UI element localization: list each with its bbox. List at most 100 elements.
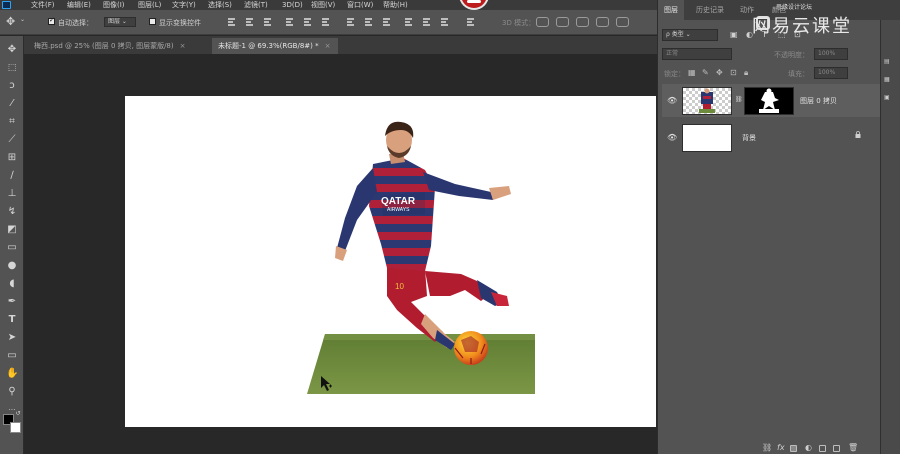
rotate-3d-icon[interactable]: [536, 17, 549, 27]
align-bottom-icon[interactable]: [263, 17, 272, 27]
link-layers-icon[interactable]: ⛓︎: [762, 443, 772, 452]
layer-mask-thumbnail[interactable]: [744, 87, 794, 115]
tools-panel: ✥ ⬚ ↄ ⁄ ⌗ ⟋ ⊞ ∕ ⊥ ↯ ◩ ▭ ● ◖ ✒ T ➤ ▭ ✋ ⚲ …: [0, 36, 24, 454]
align-left-icon[interactable]: [285, 17, 294, 27]
menu-help[interactable]: 帮助(H): [383, 0, 408, 10]
collapsed-panels-strip: ▤ ▦ ▣: [880, 20, 900, 454]
menu-filter[interactable]: 滤镜(T): [244, 0, 268, 10]
panel-icon-2[interactable]: ▦: [884, 76, 896, 83]
distribute-right-icon[interactable]: [440, 17, 449, 27]
lock-icon: [855, 131, 861, 138]
blend-mode-dropdown[interactable]: 正常: [662, 48, 732, 60]
distribute-hcenter-icon[interactable]: [422, 17, 431, 27]
tab-history[interactable]: 历史记录: [690, 0, 730, 20]
new-group-icon[interactable]: [819, 445, 826, 452]
drag-3d-icon[interactable]: [576, 17, 589, 27]
menu-edit[interactable]: 编辑(E): [67, 0, 91, 10]
layer-row-background[interactable]: 👁︎ 背景: [662, 121, 880, 154]
tab-layers[interactable]: 图层: [658, 0, 684, 20]
menu-3d[interactable]: 3D(D): [282, 0, 303, 10]
lock-transparent-icon[interactable]: ▦: [688, 68, 696, 77]
menu-layer[interactable]: 图层(L): [138, 0, 161, 10]
fill-field[interactable]: 100%: [814, 67, 848, 79]
layer-filter-dropdown[interactable]: ρ 类型 ⌄: [662, 29, 718, 41]
align-top-icon[interactable]: [227, 17, 236, 27]
move-tool-icon[interactable]: ✥: [6, 44, 18, 56]
menu-image[interactable]: 图像(I): [103, 0, 125, 10]
gradient-tool-icon[interactable]: ▭: [6, 242, 18, 254]
auto-select-checkbox[interactable]: [48, 16, 55, 25]
move-tool-icon[interactable]: ✥: [6, 15, 15, 28]
new-layer-icon[interactable]: [833, 445, 840, 452]
lock-all-icon[interactable]: 🔒︎: [744, 68, 748, 78]
zoom-tool-icon[interactable]: ⚲: [6, 386, 18, 398]
layer-row-copy[interactable]: 👁︎ ⛓︎ 图层 0 拷贝: [662, 84, 880, 117]
layer-thumbnail[interactable]: [682, 124, 732, 152]
auto-select-target-dropdown[interactable]: 图层 ⌄: [104, 17, 136, 27]
quick-select-tool-icon[interactable]: ⁄: [6, 98, 18, 110]
align-right-icon[interactable]: [321, 17, 330, 27]
pen-tool-icon[interactable]: ✒: [6, 296, 18, 308]
scale-3d-icon[interactable]: [616, 17, 629, 27]
delete-layer-icon[interactable]: 🗑︎: [848, 443, 858, 452]
brush-tool-icon[interactable]: ∕: [6, 170, 18, 182]
eraser-tool-icon[interactable]: ◩: [6, 224, 18, 236]
eyedropper-tool-icon[interactable]: ⟋: [6, 134, 18, 146]
opacity-field[interactable]: 100%: [814, 48, 848, 60]
type-tool-icon[interactable]: T: [6, 314, 18, 326]
close-icon[interactable]: ×: [325, 42, 331, 50]
menu-window[interactable]: 窗口(W): [347, 0, 373, 10]
lock-artboard-icon[interactable]: ⊡: [730, 68, 737, 77]
distribute-top-icon[interactable]: [346, 17, 355, 27]
document-canvas[interactable]: QATAR AIRWAYS 10: [125, 96, 656, 427]
menu-file[interactable]: 文件(F): [31, 0, 55, 10]
lasso-tool-icon[interactable]: ↄ: [6, 80, 18, 92]
path-select-tool-icon[interactable]: ➤: [6, 332, 18, 344]
eye-icon[interactable]: 👁︎: [667, 133, 677, 142]
align-vcenter-icon[interactable]: [245, 17, 254, 27]
healing-brush-tool-icon[interactable]: ⊞: [6, 152, 18, 164]
dodge-tool-icon[interactable]: ◖: [6, 278, 18, 290]
marquee-tool-icon[interactable]: ⬚: [6, 62, 18, 74]
lock-position-icon[interactable]: ✥: [716, 68, 723, 77]
add-mask-icon[interactable]: [790, 445, 797, 452]
blur-tool-icon[interactable]: ●: [6, 260, 18, 272]
clone-stamp-tool-icon[interactable]: ⊥: [6, 188, 18, 200]
show-transform-checkbox[interactable]: [149, 18, 156, 25]
layer-style-icon[interactable]: fx: [777, 443, 785, 452]
adjustment-layer-icon[interactable]: ◐: [805, 443, 812, 452]
crop-tool-icon[interactable]: ⌗: [6, 116, 18, 128]
menu-select[interactable]: 选择(S): [208, 0, 232, 10]
close-icon[interactable]: ×: [180, 42, 186, 50]
slide-3d-icon[interactable]: [596, 17, 609, 27]
history-brush-tool-icon[interactable]: ↯: [6, 206, 18, 218]
roll-3d-icon[interactable]: [556, 17, 569, 27]
distribute-bottom-icon[interactable]: [382, 17, 391, 27]
rectangle-tool-icon[interactable]: ▭: [6, 350, 18, 362]
watermark-brand: 网易云课堂: [752, 16, 852, 37]
chevron-down-icon[interactable]: ⌄: [20, 16, 25, 23]
chain-link-icon[interactable]: ⛓︎: [735, 96, 743, 103]
swap-colors-icon[interactable]: ↺: [14, 408, 22, 420]
menu-type[interactable]: 文字(Y): [172, 0, 196, 10]
background-color-swatch[interactable]: [10, 422, 21, 433]
photoshop-logo-icon[interactable]: [2, 1, 11, 9]
auto-align-icon[interactable]: [466, 17, 475, 27]
panel-icon-1[interactable]: ▤: [884, 58, 896, 65]
tab-messi-psd[interactable]: 梅西.psd @ 25% (图层 0 拷贝, 图层蒙版/8) ×: [28, 38, 210, 54]
menu-view[interactable]: 视图(V): [311, 0, 335, 10]
align-hcenter-icon[interactable]: [303, 17, 312, 27]
layer-name[interactable]: 背景: [742, 133, 756, 143]
lock-pixels-icon[interactable]: ✎: [702, 68, 709, 77]
tab-untitled-1[interactable]: 未标题-1 @ 69.3%(RGB/8#) * ×: [212, 38, 338, 54]
filter-pixel-icon[interactable]: ▣: [730, 30, 738, 39]
record-button[interactable]: [459, 0, 489, 10]
hand-tool-icon[interactable]: ✋: [6, 368, 18, 380]
eye-icon[interactable]: 👁︎: [667, 96, 677, 105]
distribute-left-icon[interactable]: [404, 17, 413, 27]
layer-name[interactable]: 图层 0 拷贝: [800, 96, 837, 106]
layer-thumbnail[interactable]: [682, 87, 732, 115]
distribute-vcenter-icon[interactable]: [364, 17, 373, 27]
menu-bar: 文件(F) 编辑(E) 图像(I) 图层(L) 文字(Y) 选择(S) 滤镜(T…: [0, 0, 657, 10]
panel-icon-3[interactable]: ▣: [884, 94, 896, 101]
